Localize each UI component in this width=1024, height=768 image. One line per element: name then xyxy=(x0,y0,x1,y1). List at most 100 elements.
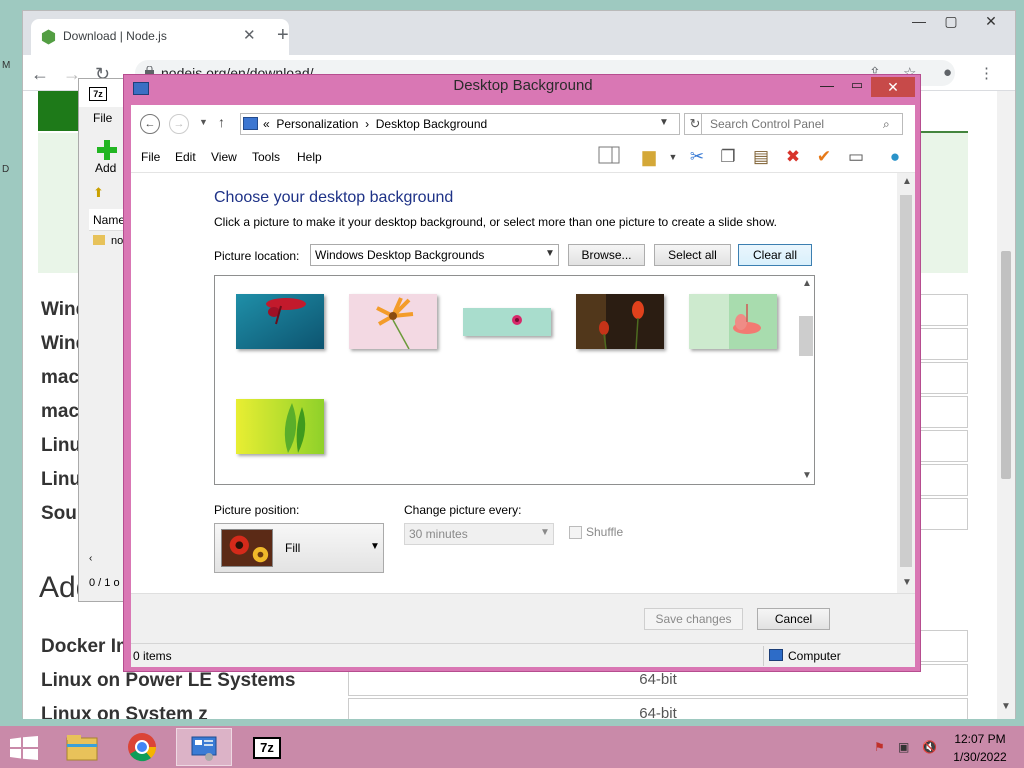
search-input[interactable] xyxy=(702,114,877,134)
shuffle-checkbox[interactable] xyxy=(569,526,582,539)
close-tab-icon[interactable]: ✕ xyxy=(243,26,256,44)
status-item-count: 0 items xyxy=(133,649,172,663)
wallpaper-thumbnail[interactable] xyxy=(576,294,664,349)
clear-all-button[interactable]: Clear all xyxy=(738,244,812,266)
minimize-icon[interactable]: — xyxy=(814,77,840,97)
folder-options-icon[interactable]: ▆ xyxy=(637,146,661,168)
up-icon[interactable]: ↑ xyxy=(218,114,225,130)
back-icon[interactable]: ← xyxy=(31,64,49,85)
wallpaper-thumbnail[interactable] xyxy=(463,308,551,336)
page-scrollbar[interactable]: ▼ xyxy=(997,91,1015,719)
breadcrumb-desktop-background[interactable]: Desktop Background xyxy=(376,117,487,131)
maximize-icon[interactable]: ▢ xyxy=(935,13,967,35)
volume-muted-icon[interactable]: 🔇 xyxy=(922,740,938,754)
rename-icon[interactable]: ▭ xyxy=(844,146,868,168)
scroll-up-icon[interactable]: ▲ xyxy=(902,176,912,187)
chevron-down-icon[interactable]: ▼ xyxy=(659,117,669,128)
copy-icon[interactable]: ❐ xyxy=(716,146,740,168)
preview-pane-icon[interactable] xyxy=(597,146,621,168)
breadcrumb-separator[interactable]: › xyxy=(365,117,369,131)
chevron-down-icon: ▼ xyxy=(545,248,555,259)
address-row: ← → ▼ ↑ « Personalization › Desktop Back… xyxy=(131,105,915,141)
add-icon[interactable] xyxy=(96,139,118,161)
chrome-taskbar-icon[interactable] xyxy=(114,728,170,766)
control-panel-icon xyxy=(243,117,258,130)
picture-location-select[interactable]: Windows Desktop Backgrounds ▼ xyxy=(310,244,559,266)
menu-dots-icon[interactable]: ⋮ xyxy=(979,64,994,82)
chevron-down-icon: ▼ xyxy=(370,541,380,552)
picture-list-scrollbar[interactable]: ▲ ▼ xyxy=(797,276,814,484)
tab-title: Download | Node.js xyxy=(63,29,167,43)
minimize-icon[interactable]: — xyxy=(903,13,935,35)
add-button-label[interactable]: Add xyxy=(95,161,116,175)
sevenzip-menu-file[interactable]: File xyxy=(93,111,112,125)
scrollbar-thumb[interactable] xyxy=(799,316,813,356)
action-center-flag-icon[interactable]: ⚑ xyxy=(874,740,890,754)
window-title: Desktop Background xyxy=(453,77,593,94)
change-picture-label: Change picture every: xyxy=(404,503,522,517)
column-header-name[interactable]: Name xyxy=(93,213,125,227)
menu-view[interactable]: View xyxy=(211,150,237,164)
delete-icon[interactable]: ✖ xyxy=(781,146,805,168)
select-all-button[interactable]: Select all xyxy=(654,244,731,266)
paste-icon[interactable]: ▤ xyxy=(749,146,773,168)
search-box[interactable]: ⌕ xyxy=(701,113,903,135)
breadcrumb: « Personalization › Desktop Background xyxy=(263,117,487,131)
clock-time[interactable]: 12:07 PM xyxy=(950,732,1010,746)
file-explorer-taskbar-icon[interactable] xyxy=(54,728,110,766)
menu-edit[interactable]: Edit xyxy=(175,150,196,164)
chevron-down-icon[interactable]: ▼ xyxy=(661,146,685,168)
wallpaper-thumbnail[interactable] xyxy=(236,294,324,349)
network-icon[interactable]: ▣ xyxy=(898,740,914,754)
menu-tools[interactable]: Tools xyxy=(252,150,280,164)
properties-check-icon[interactable]: ✔ xyxy=(812,146,836,168)
new-tab-icon[interactable]: + xyxy=(277,24,289,47)
clock-date[interactable]: 1/30/2022 xyxy=(950,750,1010,764)
scrollbar-thumb[interactable] xyxy=(900,195,912,567)
profile-icon[interactable]: ● xyxy=(943,64,952,81)
wallpaper-thumbnail[interactable] xyxy=(349,294,437,349)
forward-icon[interactable]: → xyxy=(169,114,189,134)
breadcrumb-personalization[interactable]: Personalization xyxy=(276,117,358,131)
windows-start-icon[interactable] xyxy=(10,736,38,760)
menu-file[interactable]: File xyxy=(141,150,160,164)
scroll-down-icon[interactable]: ▼ xyxy=(802,470,812,481)
folder-up-icon[interactable]: ⬆ xyxy=(93,185,104,201)
recent-pages-icon[interactable]: ▼ xyxy=(199,117,208,127)
browser-tab[interactable]: Download | Node.js ✕ xyxy=(31,19,289,55)
address-bar[interactable]: « Personalization › Desktop Background ▼ xyxy=(240,113,680,135)
download-row-label: Docker Im xyxy=(41,636,133,657)
nodejs-favicon-icon xyxy=(41,29,56,45)
change-picture-select[interactable]: 30 minutes ▼ xyxy=(404,523,554,545)
search-icon[interactable]: ⌕ xyxy=(883,117,890,132)
change-picture-value: 30 minutes xyxy=(409,527,468,541)
scroll-left-icon[interactable]: ‹ xyxy=(89,553,92,564)
save-changes-button[interactable]: Save changes xyxy=(644,608,743,630)
control-panel-taskbar-icon[interactable] xyxy=(176,728,232,766)
main-scrollbar[interactable]: ▲ ▼ xyxy=(897,173,915,593)
menu-help[interactable]: Help xyxy=(297,150,322,164)
breadcrumb-overflow[interactable]: « xyxy=(263,117,270,131)
sevenzip-taskbar-label: 7z xyxy=(253,737,281,759)
picture-position-select[interactable]: Fill ▼ xyxy=(214,523,384,573)
globe-icon[interactable]: ● xyxy=(883,146,907,168)
wallpaper-thumbnail[interactable] xyxy=(689,294,777,349)
download-row-label: mac xyxy=(41,401,80,422)
close-icon[interactable]: ✕ xyxy=(871,77,915,97)
cut-icon[interactable]: ✂ xyxy=(685,146,709,168)
page-description: Click a picture to make it your desktop … xyxy=(214,215,777,229)
cancel-button[interactable]: Cancel xyxy=(757,608,830,630)
download-link[interactable]: 64-bit xyxy=(348,698,968,719)
sevenzip-status: 0 / 1 o xyxy=(89,577,120,589)
scroll-up-icon[interactable]: ▲ xyxy=(802,278,812,289)
sevenzip-taskbar-icon[interactable]: 7z xyxy=(238,728,294,766)
scroll-down-icon[interactable]: ▼ xyxy=(1001,701,1011,712)
scrollbar-thumb[interactable] xyxy=(1001,251,1011,479)
scroll-down-icon[interactable]: ▼ xyxy=(902,577,912,588)
maximize-icon[interactable]: ▭ xyxy=(844,77,870,97)
browse-button[interactable]: Browse... xyxy=(568,244,645,266)
back-icon[interactable]: ← xyxy=(140,114,160,134)
wallpaper-thumbnail[interactable] xyxy=(236,399,324,454)
file-list-item[interactable]: no xyxy=(111,235,123,247)
close-icon[interactable]: ✕ xyxy=(975,13,1007,35)
